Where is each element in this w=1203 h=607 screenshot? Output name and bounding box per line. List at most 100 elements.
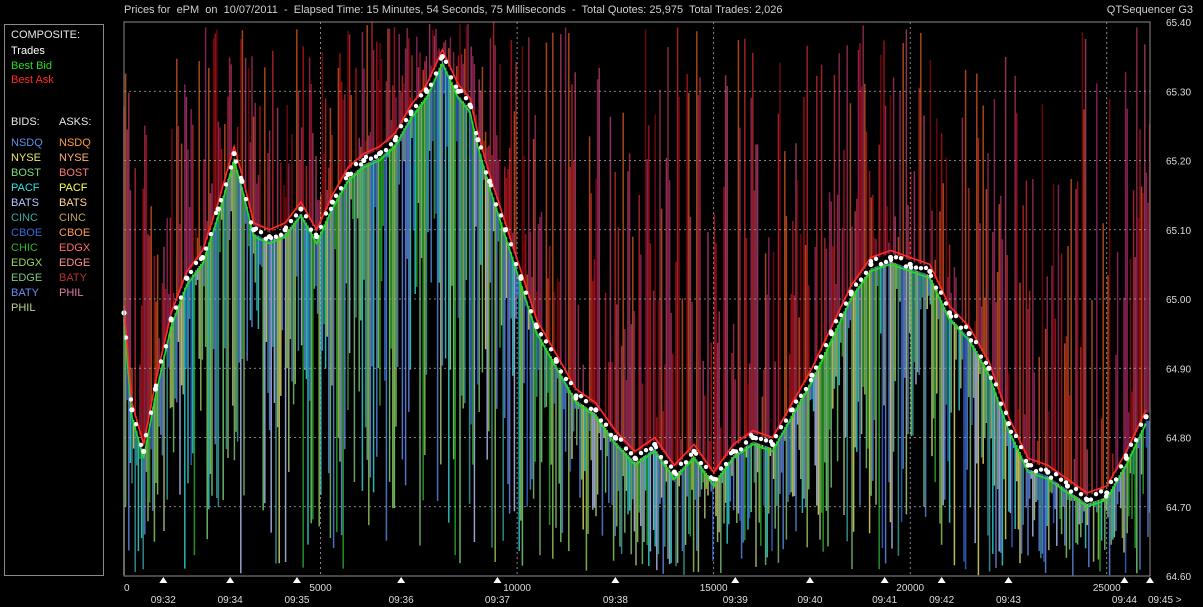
trade-dot bbox=[1078, 491, 1084, 497]
trade-dot bbox=[363, 154, 369, 160]
trade-dot bbox=[448, 75, 454, 80]
trade-dot bbox=[838, 312, 844, 318]
trade-dot bbox=[333, 193, 339, 198]
trade-dot bbox=[1073, 486, 1079, 492]
trade-dot bbox=[1008, 429, 1014, 434]
trade-dot bbox=[828, 329, 834, 334]
x-time-tick-label: 09:39 bbox=[723, 595, 748, 606]
trade-dot bbox=[208, 231, 214, 237]
legend-bid-baty: BATY bbox=[11, 287, 39, 299]
trade-dot bbox=[1033, 469, 1039, 474]
trade-dot bbox=[543, 339, 549, 344]
trade-point bbox=[1005, 421, 1012, 427]
trade-dot bbox=[148, 410, 154, 415]
legend-bid-bost: BOST bbox=[11, 167, 41, 179]
trade-dot bbox=[668, 464, 674, 469]
trade-dot bbox=[403, 117, 409, 123]
x-time-tick-label: 09:43 bbox=[996, 595, 1021, 606]
trade-dot bbox=[998, 401, 1004, 407]
trade-dot bbox=[203, 246, 209, 251]
trade-dot bbox=[228, 165, 234, 170]
trade-dot bbox=[258, 229, 264, 235]
trade-dot bbox=[168, 316, 174, 321]
trade-dot bbox=[158, 359, 164, 364]
chart: 65.40 65.30 65.20 65.10 65.00 64.90 64.80 64.70… bbox=[121, 18, 1191, 606]
trade-dot bbox=[563, 376, 569, 382]
trade-dot bbox=[1093, 491, 1099, 497]
trade-dot bbox=[623, 446, 629, 451]
time-marker bbox=[159, 577, 168, 583]
trade-dot bbox=[398, 123, 404, 129]
trade-dot bbox=[803, 386, 809, 392]
trade-dot bbox=[608, 432, 614, 438]
x-time-tick-label: 09:40 bbox=[797, 595, 822, 606]
time-marker bbox=[805, 577, 814, 583]
trade-dot bbox=[178, 295, 184, 300]
trade-dot bbox=[818, 354, 824, 359]
trade-dot bbox=[323, 211, 329, 216]
trade-dot bbox=[503, 227, 509, 232]
trade-point bbox=[927, 268, 933, 274]
trade-dot bbox=[748, 432, 754, 438]
trade-dot bbox=[703, 464, 709, 470]
trade-dot bbox=[548, 347, 554, 352]
trade-point bbox=[129, 407, 135, 413]
trade-dot bbox=[678, 461, 684, 467]
trade-dot bbox=[1103, 494, 1109, 499]
trade-dot bbox=[443, 59, 449, 65]
legend-composite-heading: COMPOSITE: bbox=[11, 29, 81, 41]
trade-dot bbox=[498, 213, 504, 218]
trade-dot bbox=[508, 242, 514, 247]
trade-dot bbox=[613, 436, 619, 441]
trade-dot bbox=[683, 460, 689, 465]
legend-ask-bost: BOST bbox=[59, 167, 89, 179]
y-tick-label: 65.20 bbox=[1166, 157, 1191, 168]
trade-point bbox=[966, 331, 972, 337]
time-marker bbox=[397, 577, 406, 583]
trade-dot bbox=[413, 103, 419, 109]
trade-dot bbox=[1053, 472, 1059, 477]
trade-dot bbox=[368, 156, 374, 161]
x-time-tick-label: 09:37 bbox=[485, 595, 510, 606]
legend-asks-heading: ASKS: bbox=[59, 116, 92, 128]
legend-bid-cinc: CINC bbox=[11, 212, 38, 224]
trade-dot bbox=[858, 277, 864, 282]
trade-dot bbox=[1138, 422, 1144, 427]
trade-dot bbox=[378, 150, 384, 155]
time-marker bbox=[1004, 577, 1013, 583]
trade-dot bbox=[1048, 475, 1054, 480]
trade-dot bbox=[243, 196, 249, 202]
legend-composite-trades: Trades bbox=[11, 45, 45, 57]
trade-dot bbox=[358, 162, 364, 167]
trade-dot bbox=[418, 93, 424, 98]
trade-dot bbox=[438, 56, 444, 61]
legend-composite-best-ask: Best Ask bbox=[11, 74, 54, 86]
trade-dot bbox=[1068, 489, 1074, 494]
trade-dot bbox=[478, 145, 484, 150]
trade-dot bbox=[898, 255, 904, 261]
trade-dot bbox=[133, 422, 139, 427]
trade-dot bbox=[758, 436, 764, 442]
trade-dot bbox=[1028, 463, 1034, 468]
trade-point bbox=[1143, 414, 1149, 420]
trade-dot bbox=[603, 422, 609, 427]
time-marker bbox=[493, 577, 502, 583]
legend-bid-chic: CHIC bbox=[11, 242, 38, 254]
trade-dot bbox=[1123, 453, 1129, 458]
trade-dot bbox=[848, 292, 854, 297]
trade-dot bbox=[983, 360, 989, 366]
trade-dot bbox=[1023, 458, 1029, 464]
x-time-tick-label: 09:41 bbox=[872, 595, 897, 606]
trade-dot bbox=[988, 375, 994, 381]
time-marker bbox=[1120, 577, 1129, 583]
trade-dot bbox=[1003, 410, 1009, 416]
trade-dot bbox=[653, 444, 659, 450]
time-marker bbox=[937, 577, 946, 583]
trade-dot bbox=[348, 171, 354, 177]
legend-bid-pacf: PACF bbox=[11, 182, 40, 194]
trade-dot bbox=[293, 213, 299, 218]
trade-dot bbox=[338, 186, 344, 191]
trade-dot bbox=[743, 440, 749, 445]
x-time-tick-label: 09:32 bbox=[151, 595, 176, 606]
y-tick-label: 64.60 bbox=[1166, 572, 1191, 583]
